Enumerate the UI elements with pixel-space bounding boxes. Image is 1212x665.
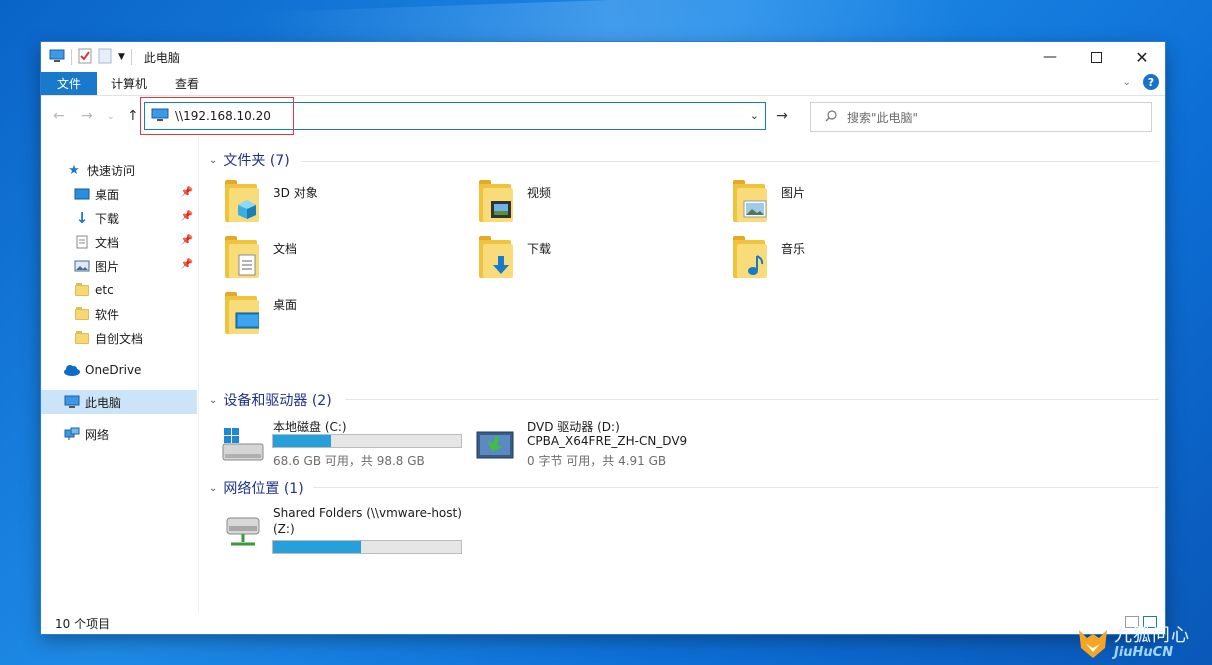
folder-videos-icon: [475, 180, 515, 224]
highlight-box: [140, 97, 294, 135]
group-divider: [345, 399, 1159, 400]
folder-documents[interactable]: 文档: [221, 236, 461, 288]
watermark-en: JiuHuCN: [1114, 644, 1174, 660]
sidebar-item-etc[interactable]: etc: [41, 278, 197, 302]
customize-toolbar-icon[interactable]: ▼: [118, 52, 125, 62]
sidebar-item-quick-access[interactable]: ★ 快速访问: [41, 158, 197, 182]
desktop-icon: [73, 186, 91, 202]
folder-desktop[interactable]: 桌面: [221, 292, 461, 344]
ribbon-tabs: 文件 计算机 查看 ⌄ ?: [41, 72, 1165, 96]
folder-icon: [73, 330, 91, 346]
star-icon: ★: [68, 162, 80, 178]
folder-3d-objects[interactable]: 3D 对象: [221, 180, 461, 232]
go-button[interactable]: →: [768, 102, 796, 130]
folder-music-icon: [729, 236, 769, 280]
folder-music[interactable]: 音乐: [729, 236, 969, 288]
chevron-down-icon: ⌄: [209, 482, 218, 494]
pc-icon: [49, 49, 65, 66]
sidebar-item-pictures[interactable]: 图片 📌: [41, 254, 197, 278]
folder-icon: [73, 282, 91, 298]
sidebar-item-desktop[interactable]: 桌面 📌: [41, 182, 197, 206]
search-box[interactable]: 搜索"此电脑": [810, 102, 1152, 132]
content-pane: ⌄ 文件夹 (7) 3D 对象 视频 图片 文档 下载 音乐 桌面 ⌄ 设备和驱…: [201, 136, 1165, 612]
properties-icon[interactable]: [78, 48, 92, 67]
network-drive-icon: [221, 512, 265, 552]
pin-icon[interactable]: 📌: [181, 211, 193, 222]
document-icon: [73, 234, 91, 250]
group-divider: [301, 161, 1159, 162]
toolbar-separator: [71, 49, 72, 65]
sidebar-item-self-docs[interactable]: 自创文档: [41, 326, 197, 350]
sidebar-item-documents[interactable]: 文档 📌: [41, 230, 197, 254]
watermark-cn: 九狐问心: [1114, 624, 1190, 646]
forward-arrow-icon[interactable]: →: [81, 108, 93, 124]
sidebar-item-software[interactable]: 软件: [41, 302, 197, 326]
navigation-pane: ★ 快速访问 桌面 📌 ↓ 下载 📌 文档 📌 图片 📌 etc 软件 自创文档…: [41, 136, 199, 612]
folder-videos[interactable]: 视频: [475, 180, 715, 232]
quick-access-toolbar: ▼ 此电脑: [41, 42, 180, 72]
drive-dvd-d[interactable]: DVD 驱动器 (D:) CPBA_X64FRE_ZH-CN_DV9 0 字节 …: [475, 418, 735, 474]
folder-icon: [73, 306, 91, 322]
sidebar-item-onedrive[interactable]: OneDrive: [41, 358, 197, 382]
pc-icon: [63, 394, 81, 410]
drive-usage-bar: [272, 434, 462, 448]
folder-downloads[interactable]: 下载: [475, 236, 715, 288]
folder-downloads-icon: [475, 236, 515, 280]
search-placeholder: 搜索"此电脑": [847, 110, 919, 125]
sidebar-item-network[interactable]: 网络: [41, 422, 197, 446]
window-title: 此电脑: [143, 50, 180, 65]
drive-usage-fill: [273, 435, 332, 447]
chevron-down-icon[interactable]: ⌄: [750, 109, 759, 122]
fox-logo-icon: [1076, 626, 1110, 660]
dvd-drive-icon: [475, 424, 519, 464]
search-icon: [825, 109, 837, 125]
folder-desktop-icon: [221, 292, 261, 336]
sidebar-item-this-pc[interactable]: 此电脑: [41, 390, 197, 414]
sidebar-item-downloads[interactable]: ↓ 下载 📌: [41, 206, 197, 230]
group-divider: [313, 487, 1159, 488]
group-header-network[interactable]: ⌄ 网络位置 (1): [209, 478, 304, 498]
close-button[interactable]: ✕: [1119, 42, 1165, 72]
file-explorer-window: ▼ 此电脑 — ✕ 文件 计算机 查看 ⌄ ? ← → ⌄ ↑ \\192.16…: [41, 42, 1165, 634]
watermark: 九狐问心 JiuHuCN: [1076, 623, 1202, 663]
back-arrow-icon[interactable]: ←: [53, 108, 65, 124]
drive-local-c[interactable]: 本地磁盘 (C:) 68.6 GB 可用，共 98.8 GB: [221, 418, 481, 474]
maximize-button[interactable]: [1073, 42, 1119, 72]
drive-usage-fill: [273, 541, 362, 553]
group-header-devices[interactable]: ⌄ 设备和驱动器 (2): [209, 390, 332, 410]
pin-icon[interactable]: 📌: [181, 187, 193, 198]
pin-icon[interactable]: 📌: [181, 259, 193, 270]
cloud-icon: [63, 362, 81, 378]
tab-file[interactable]: 文件: [41, 72, 97, 95]
minimize-button[interactable]: —: [1027, 42, 1073, 72]
help-icon[interactable]: ?: [1143, 74, 1159, 90]
download-icon: ↓: [75, 209, 89, 227]
tab-computer[interactable]: 计算机: [97, 72, 161, 95]
new-folder-icon[interactable]: [98, 48, 112, 67]
group-header-folders[interactable]: ⌄ 文件夹 (7): [209, 150, 290, 170]
chevron-down-icon: ⌄: [209, 154, 218, 166]
item-count: 10 个项目: [55, 616, 111, 631]
network-icon: [63, 426, 81, 442]
navigation-bar: ← → ⌄ ↑ \\192.168.10.20 ⌄ → 搜索"此电脑": [41, 96, 1165, 136]
expand-ribbon-icon[interactable]: ⌄: [1123, 77, 1131, 88]
drive-usage-bar: [272, 540, 462, 554]
network-drive-z[interactable]: Shared Folders (\\vmware-host) (Z:): [221, 506, 481, 562]
recent-locations-icon[interactable]: ⌄: [107, 112, 115, 122]
up-arrow-icon[interactable]: ↑: [127, 108, 139, 124]
hard-drive-icon: [221, 424, 265, 464]
tab-view[interactable]: 查看: [161, 72, 213, 95]
chevron-down-icon: ⌄: [209, 394, 218, 406]
folder-pictures-icon: [729, 180, 769, 224]
folder-documents-icon: [221, 236, 261, 280]
title-bar: ▼ 此电脑 — ✕: [41, 42, 1165, 72]
folder-3d-icon: [221, 180, 261, 224]
status-bar: 10 个项目: [41, 612, 1165, 634]
folder-pictures[interactable]: 图片: [729, 180, 969, 232]
toolbar-separator: [130, 49, 132, 65]
pictures-icon: [73, 258, 91, 274]
pin-icon[interactable]: 📌: [181, 235, 193, 246]
